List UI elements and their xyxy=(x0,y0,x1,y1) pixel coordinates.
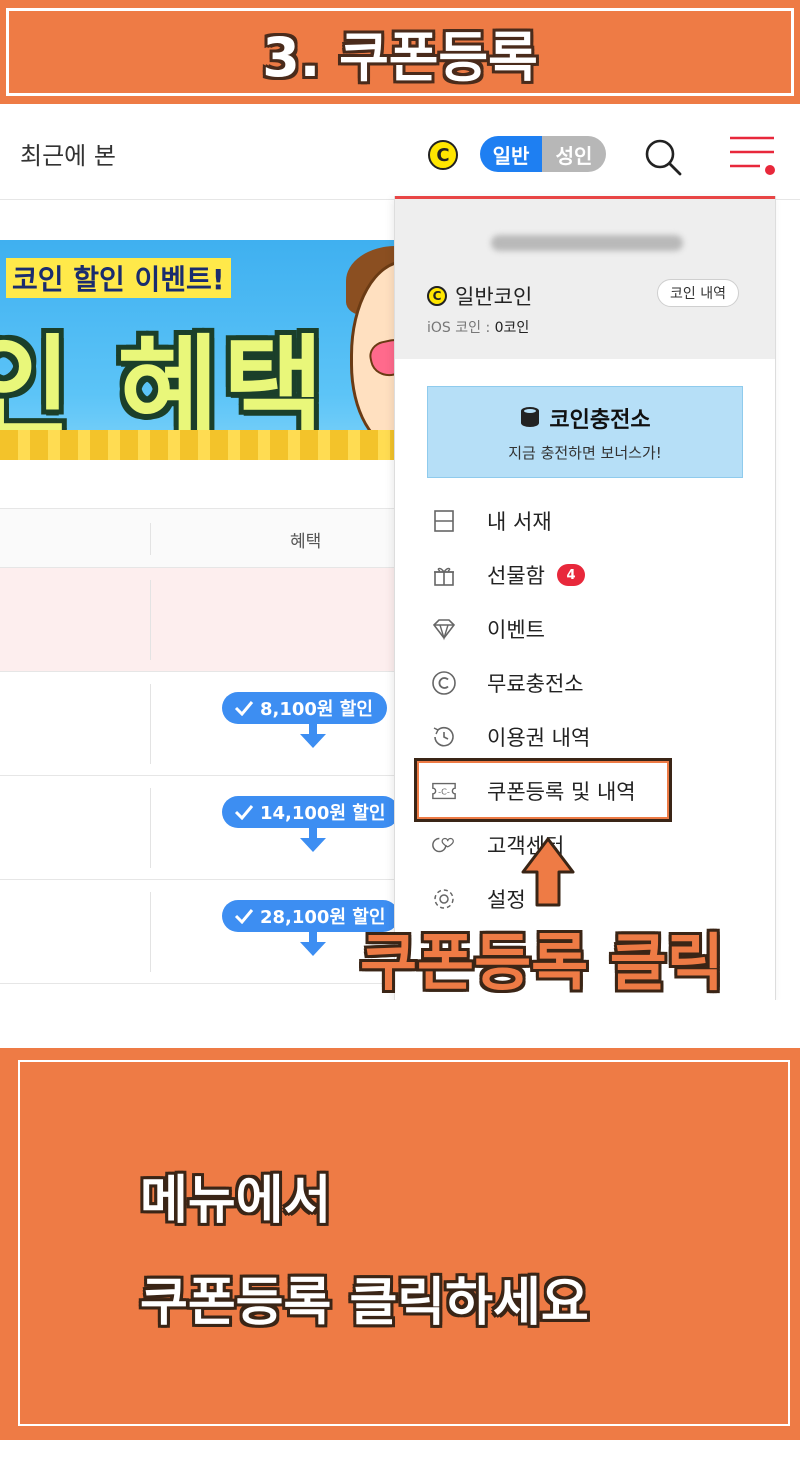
recent-viewed-link[interactable]: 최근에 본 xyxy=(20,136,116,171)
app-screenshot: 최근에 본 C 일반 성인 코인 할인 이벤트! 인 혜택 혜택 8,100원 … xyxy=(0,104,800,1000)
benefit-column-header: 혜택 xyxy=(290,532,322,552)
mode-general-button[interactable]: 일반 xyxy=(480,136,542,172)
menu-item-free-charge[interactable]: 무료충전소 xyxy=(395,656,775,710)
mode-toggle[interactable]: 일반 성인 xyxy=(480,136,606,172)
down-arrow-icon xyxy=(300,828,326,852)
charge-title-row: 코인충전소 xyxy=(519,402,651,434)
menu-item-label: 무료충전소 xyxy=(487,672,584,696)
banner-headline: 코인 할인 이벤트! xyxy=(6,258,231,298)
column-divider xyxy=(150,788,151,868)
discount-badge: 8,100원 할인 xyxy=(222,692,387,724)
menu-item-label: 내 서재 xyxy=(487,510,552,534)
table-row xyxy=(0,568,420,672)
hamburger-menu-icon[interactable] xyxy=(726,132,778,178)
check-icon xyxy=(234,805,254,820)
coin-icon: C xyxy=(427,286,447,306)
coin-balance-row: C 일반코인 xyxy=(427,281,532,311)
gift-count-badge: 4 xyxy=(556,564,585,586)
table-row[interactable]: 8,100원 할인 xyxy=(0,672,420,776)
copyright-coin-icon xyxy=(431,670,457,696)
table-header: 혜택 xyxy=(0,508,420,568)
top-bar: 최근에 본 C 일반 성인 xyxy=(0,104,800,200)
instruction-line-1: 메뉴에서 xyxy=(140,1171,332,1231)
charge-title: 코인충전소 xyxy=(549,407,651,433)
coupon-highlight-box xyxy=(414,758,672,822)
clock-history-icon xyxy=(431,724,457,750)
title-text: 3. 쿠폰등록 xyxy=(262,25,538,89)
side-menu-list: 내 서재 선물함 4 이벤트 무료충전소 이용권 내역 -C- 쿠폰등록 및 내… xyxy=(395,494,775,926)
side-menu-panel: C 일반코인 코인 내역 iOS 코인 : 0코인 코인충전소 지금 충전하면 … xyxy=(394,196,776,1000)
down-arrow-icon xyxy=(300,724,326,748)
column-divider xyxy=(150,684,151,764)
menu-item-label: 이용권 내역 xyxy=(487,726,591,750)
coin-charge-button[interactable]: 코인충전소 지금 충전하면 보너스가! xyxy=(427,386,743,478)
user-email-blurred xyxy=(491,235,683,251)
title-frame: 3. 쿠폰등록 xyxy=(6,8,794,96)
table-row[interactable]: 28,100원 할인 xyxy=(0,880,420,984)
menu-item-event[interactable]: 이벤트 xyxy=(395,602,775,656)
instruction-panel: 메뉴에서 쿠폰등록 클릭하세요 xyxy=(0,1048,800,1440)
down-arrow-icon xyxy=(300,932,326,956)
user-info-section: C 일반코인 코인 내역 iOS 코인 : 0코인 xyxy=(395,199,775,359)
general-coin-label: 일반코인 xyxy=(455,285,533,309)
search-icon[interactable] xyxy=(642,136,684,178)
menu-item-ticket-history[interactable]: 이용권 내역 xyxy=(395,710,775,764)
title-banner: 3. 쿠폰등록 xyxy=(0,0,800,104)
discount-text: 14,100원 할인 xyxy=(260,803,386,824)
settings-gear-icon xyxy=(431,886,457,912)
click-annotation: 쿠폰등록 클릭 xyxy=(360,926,724,999)
gift-icon xyxy=(431,562,457,588)
ios-coin-row: iOS 코인 : 0코인 xyxy=(427,317,529,337)
ios-coin-value: 0코인 xyxy=(494,320,530,336)
column-divider xyxy=(150,523,151,555)
menu-item-label: 이벤트 xyxy=(487,618,545,642)
menu-item-label: 선물함 xyxy=(487,564,545,588)
menu-item-library[interactable]: 내 서재 xyxy=(395,494,775,548)
discount-badge: 14,100원 할인 xyxy=(222,796,400,828)
charge-subtitle: 지금 충전하면 보너스가! xyxy=(508,443,662,462)
promo-banner[interactable]: 코인 할인 이벤트! 인 혜택 xyxy=(0,240,420,460)
customer-heart-icon xyxy=(431,832,457,858)
diamond-icon xyxy=(431,616,457,642)
coin-stack-icon xyxy=(521,406,540,427)
coin-history-button[interactable]: 코인 내역 xyxy=(657,279,739,307)
table-row[interactable]: 14,100원 할인 xyxy=(0,776,420,880)
instruction-frame xyxy=(18,1060,790,1426)
ios-coin-label: iOS 코인 : xyxy=(427,320,491,336)
bookshelf-icon xyxy=(431,508,457,534)
column-divider xyxy=(150,892,151,972)
menu-item-gift[interactable]: 선물함 4 xyxy=(395,548,775,602)
gold-coins-decoration xyxy=(0,430,420,460)
coin-icon[interactable]: C xyxy=(428,140,458,170)
mode-adult-button[interactable]: 성인 xyxy=(542,136,606,172)
check-icon xyxy=(234,701,254,716)
instruction-line-2: 쿠폰등록 클릭하세요 xyxy=(140,1273,589,1333)
menu-item-customer-center[interactable]: 고객센터 xyxy=(395,818,775,872)
up-arrow-icon xyxy=(521,837,575,907)
discount-text: 8,100원 할인 xyxy=(260,699,373,720)
check-icon xyxy=(234,909,254,924)
column-divider xyxy=(150,580,151,660)
